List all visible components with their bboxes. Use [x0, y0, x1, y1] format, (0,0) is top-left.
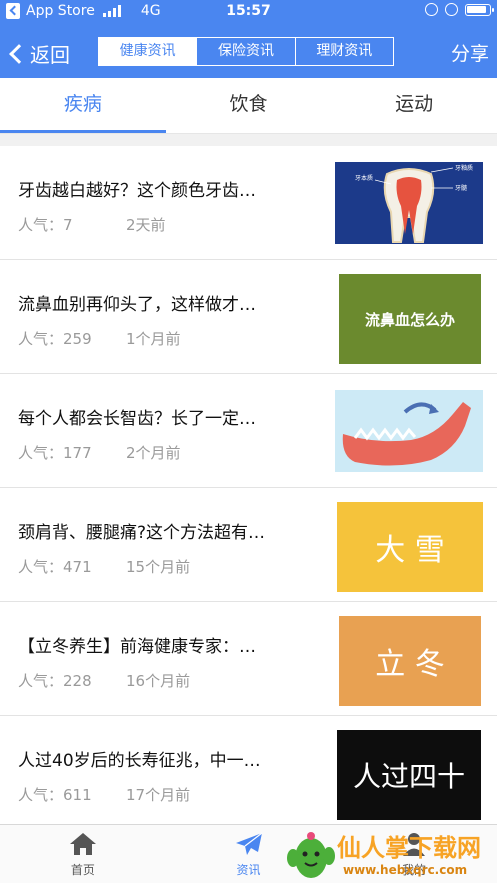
- share-button[interactable]: 分享: [451, 39, 489, 66]
- article-thumbnail: 流鼻血怎么办: [339, 274, 481, 364]
- article-thumbnail: 牙本质 牙釉质 牙髓: [335, 162, 483, 244]
- tooth-label-dentin: 牙本质: [355, 174, 373, 182]
- alarm-icon: [445, 3, 458, 16]
- segment-finance[interactable]: 理财资讯: [296, 38, 393, 65]
- article-meta: 人气：259 1个月前: [18, 328, 181, 349]
- article-popularity: 人气：611: [18, 786, 92, 804]
- list-item[interactable]: 流鼻血别再仰头了，这样做才… 人气：259 1个月前 流鼻血怎么办: [0, 260, 497, 374]
- article-popularity: 人气：7: [18, 216, 73, 234]
- article-title: 人过40岁后的长寿征兆，中一…: [18, 751, 261, 771]
- tooth-illustration: 牙本质 牙釉质 牙髓: [335, 162, 483, 244]
- list-item[interactable]: 每个人都会长智齿？长了一定… 人气：177 2个月前: [0, 374, 497, 488]
- thumbnail-text: 立 冬: [375, 647, 445, 682]
- article-popularity: 人气：471: [18, 558, 92, 576]
- thumbnail-text: 大 雪: [375, 533, 445, 568]
- article-meta: 人气：7 2天前: [18, 214, 166, 235]
- segment-insurance[interactable]: 保险资讯: [197, 38, 296, 65]
- status-right: [425, 3, 494, 16]
- article-title: 【立冬养生】前海健康专家：…: [18, 637, 256, 657]
- list-item[interactable]: 牙齿越白越好？这个颜色牙齿… 人气：7 2天前 牙本质 牙釉质 牙髓: [0, 146, 497, 260]
- article-thumbnail: 立 冬: [339, 616, 481, 706]
- watermark-url: www.hebxqrc.com: [343, 863, 468, 877]
- article-meta: 人气：471 15个月前: [18, 556, 190, 577]
- paper-plane-icon: [235, 832, 262, 855]
- back-label: 返回: [30, 43, 70, 67]
- article-list: 牙齿越白越好？这个颜色牙齿… 人气：7 2天前 牙本质 牙釉质 牙髓 流鼻血别再…: [0, 146, 497, 830]
- article-title: 颈肩背、腰腿痛?这个方法超有…: [18, 523, 266, 543]
- article-thumbnail: 大 雪: [337, 502, 483, 592]
- article-meta: 人气：228 16个月前: [18, 670, 190, 691]
- article-time: 17个月前: [126, 786, 191, 804]
- thumbnail-text: 流鼻血怎么办: [364, 310, 455, 329]
- article-title: 流鼻血别再仰头了，这样做才…: [18, 295, 256, 315]
- list-item[interactable]: 【立冬养生】前海健康专家：… 人气：228 16个月前 立 冬: [0, 602, 497, 716]
- article-thumbnail: 人过四十: [337, 730, 481, 820]
- article-popularity: 人气：177: [18, 444, 92, 462]
- battery-icon: [465, 3, 494, 16]
- tab-news-label: 资讯: [236, 863, 261, 877]
- tab-diet[interactable]: 饮食: [166, 78, 332, 133]
- list-item[interactable]: 人过40岁后的长寿征兆，中一… 人气：611 17个月前 人过四十: [0, 716, 497, 830]
- article-time: 16个月前: [126, 672, 191, 690]
- article-time: 2天前: [126, 216, 166, 234]
- article-time: 1个月前: [126, 330, 181, 348]
- list-item[interactable]: 颈肩背、腰腿痛?这个方法超有… 人气：471 15个月前 大 雪: [0, 488, 497, 602]
- tab-exercise[interactable]: 运动: [331, 78, 497, 133]
- orientation-lock-icon: [425, 3, 438, 16]
- article-meta: 人气：177 2个月前: [18, 442, 181, 463]
- list-separator: [0, 134, 497, 146]
- back-button[interactable]: 返回: [8, 39, 70, 68]
- tab-home[interactable]: 首页: [0, 825, 166, 883]
- nav-bar: 返回 健康资讯 保险资讯 理财资讯 分享: [0, 26, 497, 78]
- article-thumbnail: [335, 390, 483, 472]
- article-title: 牙齿越白越好？这个颜色牙齿…: [18, 181, 256, 201]
- article-popularity: 人气：228: [18, 672, 92, 690]
- thumbnail-text: 人过四十: [352, 760, 465, 793]
- watermark: 仙人掌下载网 www.hebxqrc.com: [285, 828, 497, 883]
- tooth-label-enamel: 牙釉质: [455, 164, 473, 172]
- article-time: 15个月前: [126, 558, 191, 576]
- status-time: 15:57: [226, 3, 271, 19]
- article-title: 每个人都会长智齿？长了一定…: [18, 409, 256, 429]
- tooth-label-pulp: 牙髓: [455, 184, 467, 192]
- status-bar: App Store 4G 15:57: [0, 0, 497, 26]
- tab-disease[interactable]: 疾病: [0, 78, 166, 133]
- cactus-logo-icon: [287, 832, 335, 878]
- article-popularity: 人气：259: [18, 330, 92, 348]
- watermark-text: 仙人掌下载网: [337, 834, 481, 862]
- chevron-left-icon: [9, 43, 29, 64]
- segment-health[interactable]: 健康资讯: [99, 38, 198, 65]
- home-icon: [69, 833, 96, 855]
- category-tabs: 疾病 饮食 运动: [0, 78, 497, 134]
- article-time: 2个月前: [126, 444, 181, 462]
- article-meta: 人气：611 17个月前: [18, 784, 190, 805]
- segment-control: 健康资讯 保险资讯 理财资讯: [98, 37, 394, 66]
- tab-home-label: 首页: [70, 863, 95, 877]
- jaw-illustration: [335, 390, 483, 472]
